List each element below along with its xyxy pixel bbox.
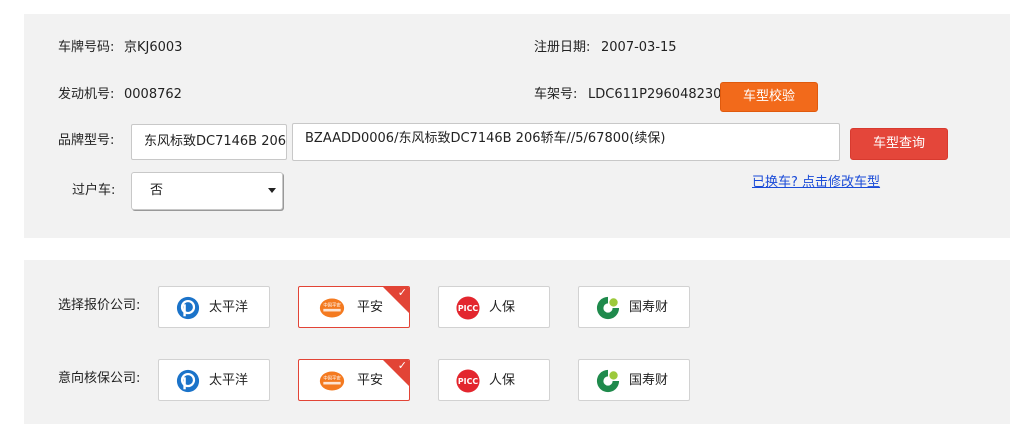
vehicle-info-panel: 车牌号码: 京KJ6003 注册日期: 2007-03-15 发动机号: 000…	[24, 14, 1010, 238]
transfer-vehicle-label: 过户车:	[72, 183, 116, 198]
intent-company-pingan[interactable]: 中国平安 平安 ✓	[298, 359, 410, 401]
brand-model-input[interactable]: 东风标致DC7146B 206	[131, 124, 287, 160]
register-date-value: 2007-03-15	[601, 40, 677, 55]
brand-model-label: 品牌型号:	[58, 133, 115, 148]
company-name: 太平洋	[209, 300, 249, 315]
cpic-logo-icon	[176, 296, 200, 320]
svg-text:PICC: PICC	[458, 304, 478, 313]
transfer-vehicle-value: 否	[150, 183, 164, 198]
intent-company-picc[interactable]: PICC 人保	[438, 359, 550, 401]
company-name: 平安	[357, 300, 384, 315]
vin-label: 车架号:	[534, 87, 578, 102]
company-name: 平安	[357, 373, 384, 388]
register-date-label: 注册日期:	[534, 40, 591, 55]
company-name: 人保	[489, 300, 516, 315]
change-model-link[interactable]: 已换车? 点击修改车型	[752, 171, 880, 190]
quote-company-label: 选择报价公司:	[58, 298, 141, 313]
picc-logo-icon: PICC	[456, 369, 480, 393]
cpic-logo-icon	[176, 369, 200, 393]
chinalife-logo-icon	[596, 296, 620, 320]
engine-number-label: 发动机号:	[58, 87, 115, 102]
check-icon: ✓	[397, 286, 407, 299]
company-name: 国寿财	[629, 373, 669, 388]
picc-logo-icon: PICC	[456, 296, 480, 320]
intent-company-chinalife[interactable]: 国寿财	[578, 359, 690, 401]
chevron-down-icon	[268, 188, 276, 193]
quote-company-picc[interactable]: PICC 人保	[438, 286, 550, 328]
intent-company-label: 意向核保公司:	[58, 371, 141, 386]
chinalife-logo-icon	[596, 369, 620, 393]
engine-number-value: 0008762	[124, 87, 182, 102]
quote-company-chinalife[interactable]: 国寿财	[578, 286, 690, 328]
plate-value: 京KJ6003	[124, 40, 183, 55]
intent-company-cpic[interactable]: 太平洋	[158, 359, 270, 401]
transfer-vehicle-select[interactable]: 否	[131, 172, 283, 210]
vin-value: LDC611P2960482301	[588, 87, 730, 102]
company-name: 国寿财	[629, 300, 669, 315]
plate-label: 车牌号码:	[58, 40, 115, 55]
insurer-selection-panel: 选择报价公司: 太平洋 中国平安 平安 ✓ PICC 人保 国寿财 意向核保公司…	[24, 260, 1010, 424]
model-detail-field[interactable]: BZAADD0006/东风标致DC7146B 206轿车//5/67800(续保…	[292, 123, 840, 161]
pingan-logo-icon: 中国平安	[319, 371, 345, 391]
check-icon: ✓	[397, 359, 407, 372]
quote-company-pingan[interactable]: 中国平安 平安 ✓	[298, 286, 410, 328]
svg-text:PICC: PICC	[458, 377, 478, 386]
pingan-logo-icon: 中国平安	[319, 298, 345, 318]
verify-model-button[interactable]: 车型校验	[720, 82, 818, 112]
query-model-button[interactable]: 车型查询	[850, 128, 948, 160]
company-name: 太平洋	[209, 373, 249, 388]
quote-company-cpic[interactable]: 太平洋	[158, 286, 270, 328]
company-name: 人保	[489, 373, 516, 388]
